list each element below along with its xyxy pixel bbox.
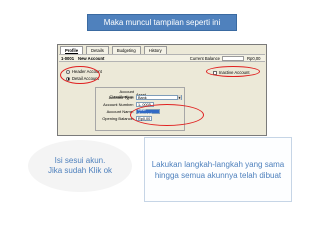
fill-account-note-line2: Jika sudah Klik ok xyxy=(47,166,113,175)
current-balance-value: Rp0,00 xyxy=(247,55,261,61)
tab-history[interactable]: History xyxy=(143,46,167,54)
fields-highlight-circle xyxy=(130,104,204,126)
current-balance-box xyxy=(222,55,244,61)
tab-profile[interactable]: Profile xyxy=(60,46,84,54)
account-name-display: New Account xyxy=(78,55,105,61)
current-balance-label: Current Balance xyxy=(189,55,220,61)
account-id: 1-0001 xyxy=(61,55,75,61)
repeat-steps-note-line2: hingga semua akunnya telah dibuat xyxy=(154,170,282,180)
account-type-value: Bank xyxy=(138,95,147,100)
tab-budgeting[interactable]: Budgeting xyxy=(111,46,141,54)
inactive-highlight-circle xyxy=(206,66,260,77)
account-window-screenshot: Profile Details Budgeting History 1-0001… xyxy=(57,44,267,136)
account-type-row: Account Type: Bank ▼ xyxy=(96,95,182,100)
account-type-label: Account Type: xyxy=(108,95,134,100)
fill-account-note: Isi sesui akun. Jika sudah Klik ok xyxy=(28,140,132,192)
account-type-highlight-circle xyxy=(60,66,100,84)
instruction-title: Maka muncul tampilan seperti ini xyxy=(87,14,237,31)
tab-bar: Profile Details Budgeting History xyxy=(60,46,167,54)
tab-details[interactable]: Details xyxy=(86,46,109,54)
account-number-label: Account Number: xyxy=(103,102,134,107)
repeat-steps-note: Lakukan langkah-langkah yang sama hingga… xyxy=(144,137,292,202)
repeat-steps-note-line1: Lakukan langkah-langkah yang sama xyxy=(151,159,285,169)
fill-account-note-line1: Isi sesui akun. xyxy=(54,156,106,165)
account-id-bar: 1-0001 New Account Current Balance Rp0,0… xyxy=(59,54,265,62)
account-type-select[interactable]: Bank ▼ xyxy=(136,95,182,100)
chevron-down-icon[interactable]: ▼ xyxy=(177,95,181,100)
